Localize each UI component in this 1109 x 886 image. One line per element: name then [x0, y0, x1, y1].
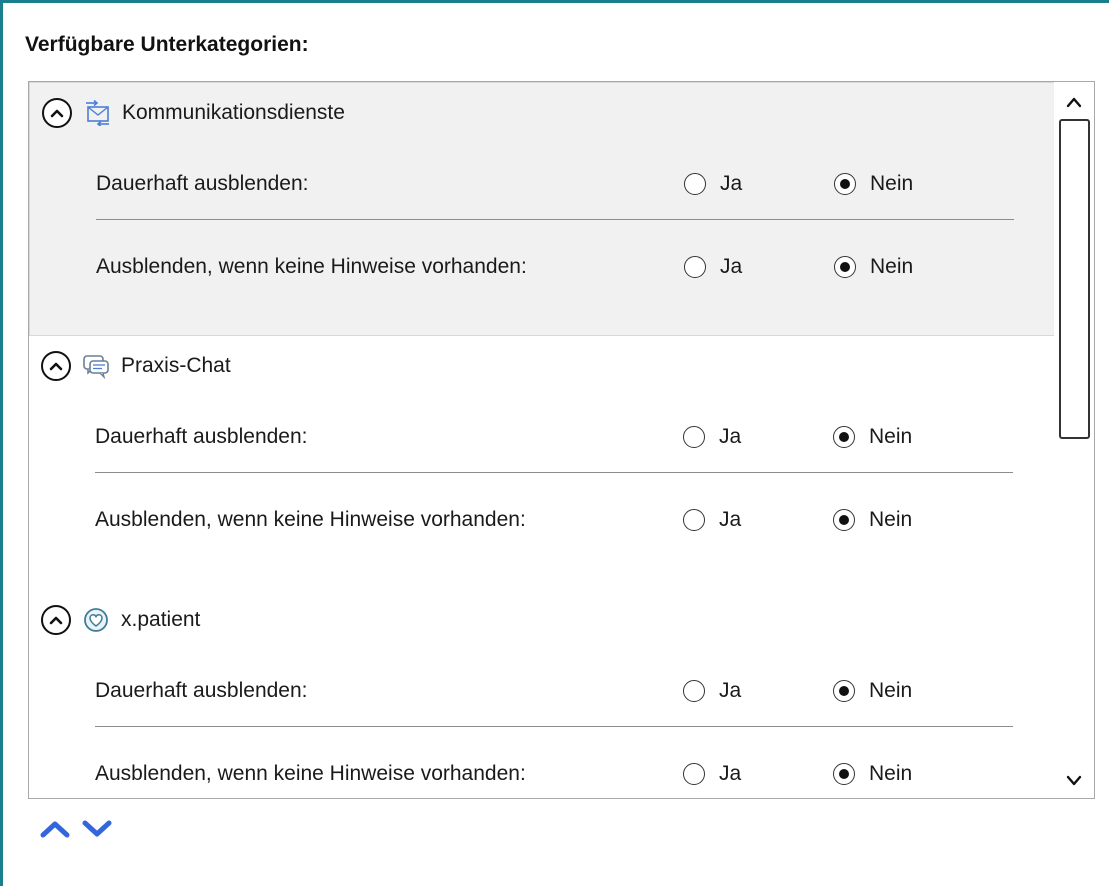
radio-dot	[839, 432, 849, 442]
category-label: Kommunikationsdienste	[122, 101, 345, 124]
radio-circle-checked[interactable]	[833, 680, 855, 702]
radio-circle[interactable]	[683, 680, 705, 702]
option-label: Dauerhaft ausblenden:	[95, 679, 308, 702]
radio-ja[interactable]: Ja	[683, 679, 741, 703]
chevron-down-icon[interactable]	[1062, 770, 1086, 790]
category-header: Praxis-Chat	[41, 346, 231, 386]
subcategory-list[interactable]: Kommunikationsdienste Dauerhaft ausblend…	[28, 81, 1095, 799]
category-item-kommunikationsdienste[interactable]: Kommunikationsdienste Dauerhaft ausblend…	[29, 82, 1055, 336]
radio-dot	[839, 769, 849, 779]
chevron-up-icon[interactable]	[1062, 92, 1086, 112]
category-label: Praxis-Chat	[121, 354, 231, 377]
radio-label: Ja	[720, 172, 743, 195]
category-header: Kommunikationsdienste	[42, 93, 345, 133]
radio-nein[interactable]: Nein	[833, 762, 912, 786]
option-row-permanent-hide: Dauerhaft ausblenden: Ja Nein	[95, 656, 1013, 726]
radio-label: Nein	[870, 255, 914, 278]
settings-panel: Verfügbare Unterkategorien: Kommunikatio…	[0, 0, 1109, 886]
option-label: Ausblenden, wenn keine Hinweise vorhande…	[95, 508, 526, 531]
row-divider	[96, 219, 1014, 220]
vertical-scrollbar[interactable]	[1054, 82, 1094, 798]
category-item-praxis-chat[interactable]: Praxis-Chat Dauerhaft ausblenden: Ja Nei…	[29, 336, 1055, 590]
radio-nein[interactable]: Nein	[833, 425, 912, 449]
radio-label: Nein	[869, 508, 913, 531]
scrollbar-thumb[interactable]	[1059, 119, 1090, 439]
radio-circle[interactable]	[683, 509, 705, 531]
radio-label: Ja	[719, 679, 742, 702]
radio-nein[interactable]: Nein	[834, 172, 913, 196]
row-divider	[95, 726, 1013, 727]
radio-dot	[839, 515, 849, 525]
mail-sync-icon	[82, 98, 112, 128]
radio-nein[interactable]: Nein	[833, 508, 912, 532]
reorder-controls	[40, 817, 112, 841]
list-content: Kommunikationsdienste Dauerhaft ausblend…	[29, 82, 1055, 798]
arrow-up-icon[interactable]	[40, 817, 70, 841]
heart-icon	[81, 605, 111, 635]
radio-label: Ja	[719, 425, 742, 448]
row-divider	[95, 472, 1013, 473]
option-row-hide-if-empty: Ausblenden, wenn keine Hinweise vorhande…	[96, 221, 1014, 313]
radio-circle-checked[interactable]	[833, 509, 855, 531]
radio-dot	[840, 179, 850, 189]
radio-circle[interactable]	[683, 763, 705, 785]
radio-label: Nein	[869, 425, 913, 448]
option-row-permanent-hide: Dauerhaft ausblenden: Ja Nein	[96, 149, 1014, 219]
category-label: x.patient	[121, 608, 201, 631]
radio-label: Ja	[719, 762, 742, 785]
radio-label: Nein	[869, 679, 913, 702]
radio-ja[interactable]: Ja	[684, 172, 742, 196]
radio-ja[interactable]: Ja	[683, 762, 741, 786]
arrow-down-icon[interactable]	[82, 817, 112, 841]
radio-circle-checked[interactable]	[833, 763, 855, 785]
radio-circle-checked[interactable]	[834, 256, 856, 278]
radio-ja[interactable]: Ja	[683, 425, 741, 449]
option-row-hide-if-empty: Ausblenden, wenn keine Hinweise vorhande…	[95, 728, 1013, 798]
category-item-x-patient[interactable]: x.patient Dauerhaft ausblenden: Ja Nein	[29, 590, 1055, 798]
chevron-up-circle-icon[interactable]	[42, 98, 72, 128]
radio-circle-checked[interactable]	[833, 426, 855, 448]
radio-dot	[839, 686, 849, 696]
radio-nein[interactable]: Nein	[834, 255, 913, 279]
radio-label: Ja	[720, 255, 743, 278]
radio-label: Ja	[719, 508, 742, 531]
category-header: x.patient	[41, 600, 200, 640]
option-row-hide-if-empty: Ausblenden, wenn keine Hinweise vorhande…	[95, 474, 1013, 566]
option-label: Dauerhaft ausblenden:	[95, 425, 308, 448]
radio-circle-checked[interactable]	[834, 173, 856, 195]
radio-circle[interactable]	[684, 256, 706, 278]
chevron-up-circle-icon[interactable]	[41, 351, 71, 381]
option-label: Ausblenden, wenn keine Hinweise vorhande…	[95, 762, 526, 785]
radio-nein[interactable]: Nein	[833, 679, 912, 703]
radio-ja[interactable]: Ja	[684, 255, 742, 279]
radio-dot	[840, 262, 850, 272]
chat-icon	[81, 351, 111, 381]
radio-label: Nein	[870, 172, 914, 195]
radio-ja[interactable]: Ja	[683, 508, 741, 532]
option-label: Ausblenden, wenn keine Hinweise vorhande…	[96, 255, 527, 278]
option-label: Dauerhaft ausblenden:	[96, 172, 309, 195]
radio-label: Nein	[869, 762, 913, 785]
chevron-up-circle-icon[interactable]	[41, 605, 71, 635]
radio-circle[interactable]	[683, 426, 705, 448]
option-row-permanent-hide: Dauerhaft ausblenden: Ja Nein	[95, 402, 1013, 472]
panel-title: Verfügbare Unterkategorien:	[25, 33, 309, 56]
radio-circle[interactable]	[684, 173, 706, 195]
